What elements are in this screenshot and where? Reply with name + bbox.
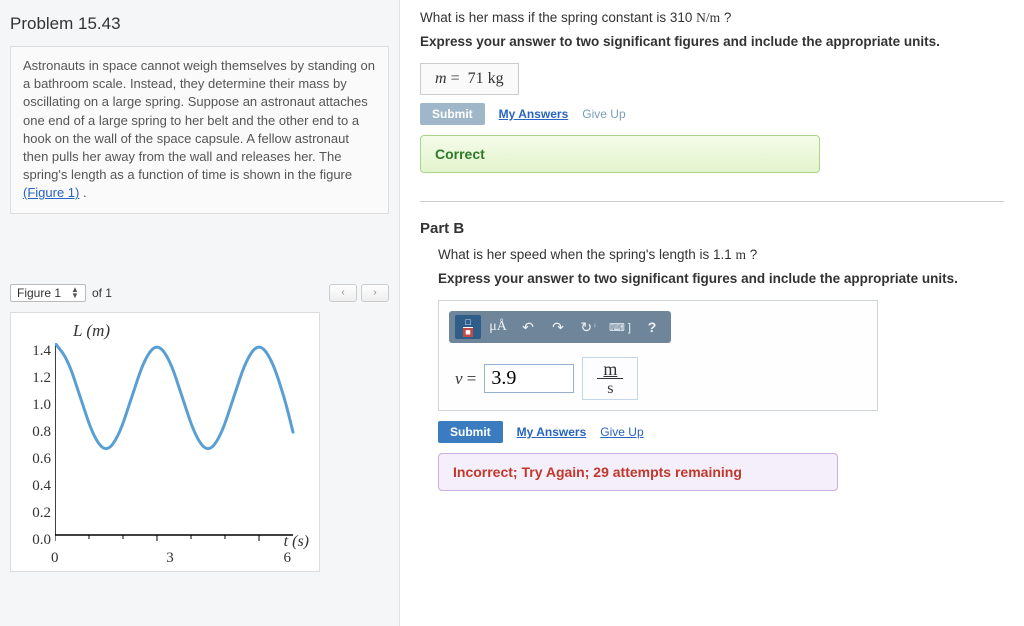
- part-b-question: What is her speed when the spring's leng…: [420, 247, 1004, 263]
- figure-select[interactable]: Figure 1 ▲▼: [10, 284, 86, 302]
- help-button[interactable]: ?: [639, 315, 665, 339]
- figure-select-label: Figure 1: [17, 286, 61, 300]
- fraction-button[interactable]: □■: [455, 315, 481, 339]
- figure-next-button[interactable]: ›: [361, 284, 389, 302]
- problem-body: Astronauts in space cannot weigh themsel…: [23, 58, 375, 182]
- chart-figure: L (m) t (s) 1.41.21.00.80.60.40.20.0: [10, 312, 320, 572]
- part-a-question: What is her mass if the spring constant …: [420, 10, 1004, 26]
- part-b-answer-row: v = m s: [449, 357, 867, 400]
- part-b-instruction: Express your answer to two significant f…: [420, 271, 1004, 286]
- problem-title: Problem 15.43: [10, 10, 389, 46]
- part-a: What is her mass if the spring constant …: [420, 10, 1004, 173]
- part-b-label: Part B: [420, 220, 1004, 237]
- part-b-answer-input[interactable]: [484, 364, 574, 393]
- unit-denominator: s: [601, 379, 619, 397]
- part-a-give-up-link[interactable]: Give Up: [582, 107, 625, 121]
- problem-text: Astronauts in space cannot weigh themsel…: [10, 46, 389, 214]
- equation-toolbar: □■ μÅ ↶ ↷ ↻ⁱ ⌨ ] ?: [449, 311, 671, 343]
- part-a-value: 71 kg: [468, 70, 504, 87]
- chart-curve: [55, 343, 293, 449]
- part-b-buttons: Submit My Answers Give Up: [420, 421, 1004, 443]
- part-a-feedback-correct: Correct: [420, 135, 820, 173]
- left-pane: Problem 15.43 Astronauts in space cannot…: [0, 0, 400, 626]
- problem-body-end: .: [79, 185, 86, 200]
- part-a-var: m: [435, 70, 447, 87]
- part-b-feedback-incorrect: Incorrect; Try Again; 29 attempts remain…: [438, 453, 838, 491]
- part-a-my-answers-link[interactable]: My Answers: [499, 107, 569, 121]
- figure-link[interactable]: (Figure 1): [23, 185, 79, 200]
- part-b: Part B What is her speed when the spring…: [420, 220, 1004, 491]
- separator: [420, 201, 1004, 202]
- part-a-answer-readonly: m = 71 kg: [420, 63, 519, 95]
- part-b-input-panel: □■ μÅ ↶ ↷ ↻ⁱ ⌨ ] ? v = m s: [438, 300, 878, 411]
- part-a-submit-button[interactable]: Submit: [420, 103, 485, 125]
- part-b-my-answers-link[interactable]: My Answers: [517, 425, 587, 439]
- figure-stepper-icon[interactable]: ▲▼: [71, 287, 79, 299]
- part-b-give-up-link[interactable]: Give Up: [600, 425, 643, 439]
- figure-of-label: of 1: [92, 286, 112, 300]
- unit-numerator: m: [597, 360, 623, 379]
- reset-button[interactable]: ↻ⁱ: [575, 315, 601, 339]
- chart-plot: [55, 343, 295, 543]
- keyboard-button[interactable]: ⌨ ]: [605, 315, 635, 339]
- figure-prev-button[interactable]: ‹: [329, 284, 357, 302]
- undo-button[interactable]: ↶: [515, 315, 541, 339]
- unit-button[interactable]: μÅ: [485, 315, 511, 339]
- part-a-instruction: Express your answer to two significant f…: [420, 34, 1004, 49]
- chart-x-ticks: 036: [51, 550, 291, 567]
- part-b-unit-box[interactable]: m s: [582, 357, 638, 400]
- right-pane: What is her mass if the spring constant …: [400, 0, 1024, 626]
- figure-nav: ‹ ›: [329, 284, 389, 302]
- figure-controls: Figure 1 ▲▼ of 1 ‹ ›: [10, 284, 389, 302]
- part-b-submit-button[interactable]: Submit: [438, 421, 503, 443]
- chart-y-ticks: 1.41.21.00.80.60.40.20.0: [21, 343, 51, 559]
- part-b-var: v =: [455, 369, 476, 389]
- chart-y-axis-label: L (m): [73, 321, 110, 341]
- redo-button[interactable]: ↷: [545, 315, 571, 339]
- part-a-buttons: Submit My Answers Give Up: [420, 103, 1004, 125]
